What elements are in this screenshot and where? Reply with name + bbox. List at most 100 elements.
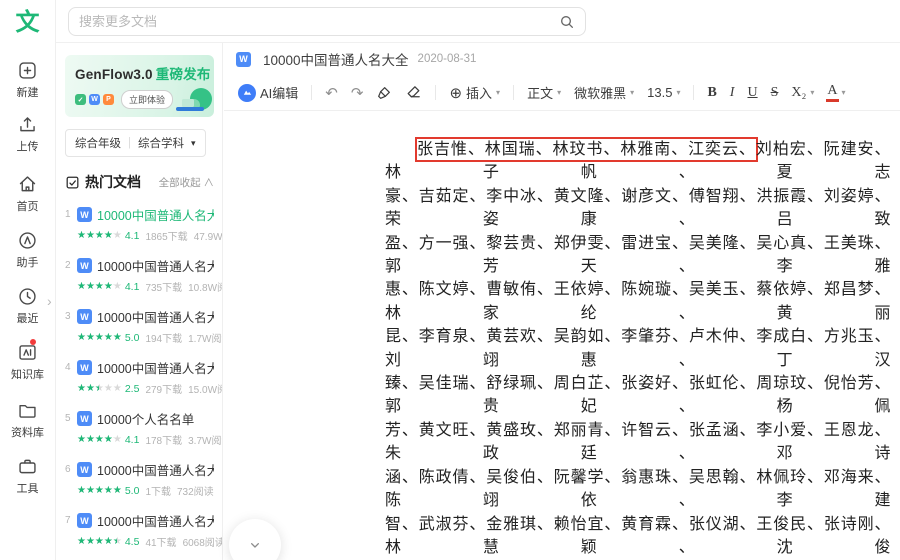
rating-value: 5.0	[124, 331, 140, 344]
font-family-select[interactable]: 微软雅黑 ▾	[574, 83, 634, 102]
rating-value: 5.0	[124, 484, 140, 497]
bold-button[interactable]: B	[707, 85, 716, 101]
doc-line[interactable]: 盈、方一强、黎芸贵、郑伊雯、雷进宝、吴美隆、吴心真、王美珠、郭芳天、李雅	[385, 232, 891, 279]
redo-button[interactable]: ↷	[351, 84, 364, 102]
doc-item-title: 10000中国普通人名大全	[97, 515, 214, 529]
read-count: 732阅读	[177, 487, 214, 498]
ai-icon	[238, 83, 256, 102]
word-doc-icon: W	[77, 258, 92, 273]
insert-button[interactable]: ⊕ 插入 ▾	[449, 83, 500, 102]
promo-banner[interactable]: GenFlow3.0 重磅发布 ✓ W P 立即体验	[65, 55, 214, 117]
toolbar-divider	[435, 85, 437, 100]
star-rating: ★★★★★★★★★★	[77, 485, 122, 496]
ai-edit-button[interactable]: AI编辑	[238, 83, 298, 102]
hot-doc-item[interactable]: 6W 10000中国普通人名大... ★★★★★★★★★★5.0 1下载 732阅读	[65, 460, 214, 498]
doc-item-title: 10000中国普通人名大全	[97, 362, 214, 376]
font-size-select[interactable]: 13.5 ▾	[647, 85, 680, 100]
sidebar-item-label: 知识库	[11, 369, 44, 381]
rating-value: 4.1	[124, 280, 140, 293]
document-canvas[interactable]: 张吉惟、林国瑞、林玟书、林雅南、江奕云、刘柏宏、阮建安、林子帆、夏志 豪、吉茹定、…	[224, 111, 900, 560]
grade-filter[interactable]: 综合年级	[75, 135, 121, 151]
word-doc-icon: W	[77, 513, 92, 528]
download-count: 178下载	[145, 436, 183, 447]
search-icon[interactable]	[559, 14, 575, 30]
sidebar-item-plus-box[interactable]: 新建	[17, 60, 39, 100]
sidebar-item-label: 助手	[16, 257, 39, 269]
caret-down-icon: ▾	[810, 88, 815, 97]
app-logo[interactable]: 文	[16, 8, 40, 38]
clock-icon	[19, 288, 36, 305]
download-count: 735下载	[145, 283, 183, 294]
hot-doc-item[interactable]: 7W 10000中国普通人名大全 ★★★★★★★★★★4.5 41下载 6068阅读	[65, 511, 222, 549]
sidebar-item-label: 新建	[16, 87, 39, 99]
banner-subtitle: 重磅发布	[155, 67, 211, 82]
doc-line[interactable]: 张吉惟、林国瑞、林玟书、林雅南、江奕云、刘柏宏、阮建安、林子帆、夏志	[385, 138, 891, 185]
sidebar-item-label: 首页	[16, 201, 39, 213]
doc-item-title: 10000中国普通人名大全	[97, 209, 214, 223]
stars-filled: ★★★★★	[77, 485, 122, 496]
filter-bar[interactable]: 综合年级 | 综合学科 ▾	[65, 129, 206, 157]
doc-line[interactable]: 芳、黄文旺、黄盛玫、郑丽青、许智云、张孟涵、李小爱、王恩龙、朱政廷、邓诗	[385, 419, 891, 466]
undo-button[interactable]: ↶	[325, 84, 338, 102]
format-painter-button[interactable]	[376, 85, 392, 101]
plus-box-icon	[19, 62, 36, 79]
hot-doc-item[interactable]: 4W 10000中国普通人名大全 ★★★★★★★★★★2.5 279下载 15.0W阅读	[65, 358, 222, 396]
banner-illustration	[176, 88, 212, 111]
hot-doc-item[interactable]: 5W 10000个人名名单 ★★★★★★★★★★4.1 178下载 3.7W阅读	[65, 409, 222, 447]
assistant-icon	[19, 232, 36, 249]
strikethrough-button[interactable]: S	[771, 85, 779, 101]
doc-line[interactable]: 豪、吉茹定、李中冰、黄文隆、谢彦文、傅智翔、洪振霞、刘姿婷、荣姿康、吕致	[385, 185, 891, 232]
insert-plus-icon: ⊕	[449, 84, 463, 102]
subject-filter[interactable]: 综合学科	[138, 135, 184, 151]
notification-dot	[30, 339, 36, 345]
hot-docs-list: 1W10000中国普通人名大全★★★★★★★★★★4.11865下载47.9W阅…	[65, 205, 222, 549]
subscript-button[interactable]: X₂ ▾	[791, 85, 814, 101]
rank-number: 4	[65, 362, 71, 373]
doc-list-panel: GenFlow3.0 重磅发布 ✓ W P 立即体验 综合年级 | 综合学科 ▾ …	[56, 43, 223, 560]
rating-value: 2.5	[124, 382, 140, 395]
stars-filled: ★★★★★	[77, 383, 99, 394]
sidebar-item-upload[interactable]: 上传	[17, 114, 39, 154]
document-date: 2020-08-31	[417, 53, 477, 65]
read-count: 15.0W阅读	[188, 385, 222, 396]
read-count: 1.7W阅读	[188, 334, 222, 345]
sidebar-item-home[interactable]: 首页	[17, 174, 39, 214]
font-color-button[interactable]: A ▾	[826, 83, 846, 102]
document-text[interactable]: 张吉惟、林国瑞、林玟书、林雅南、江奕云、刘柏宏、阮建安、林子帆、夏志 豪、吉茹定、…	[385, 138, 891, 560]
italic-button[interactable]: I	[730, 85, 735, 101]
collapse-all-link[interactable]: 全部收起 ∧	[159, 175, 214, 190]
underline-button[interactable]: U	[747, 85, 757, 101]
star-rating: ★★★★★★★★★★	[77, 383, 122, 394]
sidebar-item-clock[interactable]: 最近	[17, 286, 39, 326]
clear-format-button[interactable]	[405, 84, 422, 101]
hot-doc-item[interactable]: 3W 10000中国普通人名大... ★★★★★★★★★★5.0 194下载 1.7W阅…	[65, 307, 222, 345]
word-app-icon: W	[89, 94, 100, 105]
doc-line[interactable]: 涵、陈政倩、吴俊伯、阮馨学、翁惠珠、吴思翰、林佩玲、邓海来、陈翊依、李建	[385, 466, 891, 513]
doc-line[interactable]: 昆、李育泉、黄芸欢、吴韵如、李肇芬、卢木仲、李成白、方兆玉、刘翊惠、丁汉	[385, 325, 891, 372]
highlighted-names: 张吉惟、林国瑞、林玟书、林雅南、江奕云、	[417, 141, 756, 158]
rank-number: 1	[65, 209, 71, 220]
sidebar-item-ai-doc[interactable]: 知识库	[11, 339, 44, 382]
sidebar-item-assistant[interactable]: 助手	[17, 230, 39, 270]
read-count: 6068阅读	[182, 538, 223, 549]
download-count: 279下载	[145, 385, 183, 396]
sidebar-item-toolbox[interactable]: 工具	[17, 456, 39, 496]
folder-icon	[19, 404, 36, 418]
paragraph-style-select[interactable]: 正文 ▾	[527, 83, 561, 102]
hot-docs-icon	[66, 176, 79, 188]
doc-line[interactable]: 智、武淑芬、金雅琪、赖怡宜、黄育霖、张仪湖、王俊民、张诗刚、林慧颖、沈俊	[385, 513, 891, 560]
sidebar-item-folder[interactable]: 资料库	[11, 400, 44, 440]
hot-doc-item[interactable]: 1W 10000中国普通人名大全 ★★★★★★★★★★4.1 1865下载 47.9W阅…	[65, 205, 222, 243]
doc-line[interactable]: 惠、陈文婷、曹敏侑、王依婷、陈婉璇、吴美玉、蔡依婷、郑昌梦、林家纶、黄丽	[385, 278, 891, 325]
caret-down-icon: ▾	[496, 88, 501, 97]
doc-line[interactable]: 臻、吴佳瑞、舒绿珮、周白芷、张姿好、张虹伦、周琼玟、倪怡芳、郭贵妃、杨佩	[385, 372, 891, 419]
banner-cta-button[interactable]: 立即体验	[121, 90, 174, 109]
toolbar-divider	[513, 85, 515, 100]
word-doc-icon: W	[77, 360, 92, 375]
ppt-app-icon: P	[103, 94, 114, 105]
search-input[interactable]	[79, 14, 559, 29]
search-box[interactable]	[68, 7, 586, 36]
panel-expand-handle[interactable]: ›	[47, 293, 52, 309]
hot-doc-item[interactable]: 2W 10000中国普通人名大全 ★★★★★★★★★★4.1 735下载 10.8W阅读	[65, 256, 222, 294]
hot-docs-title: 热门文档	[85, 174, 141, 190]
